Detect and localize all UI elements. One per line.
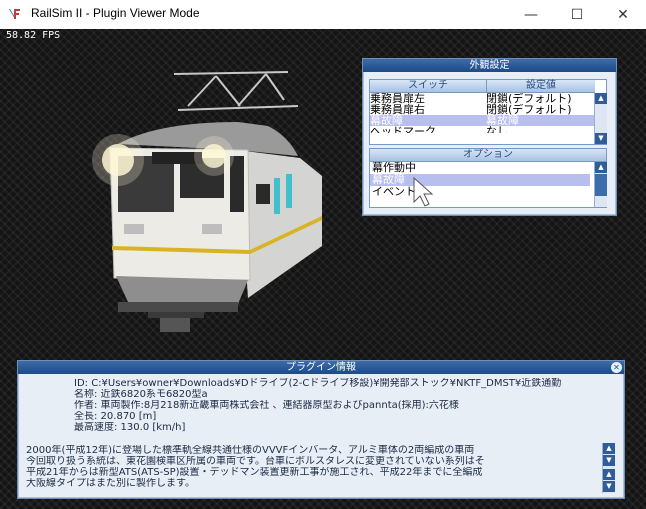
- table-row-selected[interactable]: 幕故障 幕故障: [370, 115, 606, 126]
- switch-value: なし: [486, 126, 508, 133]
- maximize-button[interactable]: ☐: [554, 0, 600, 29]
- minimize-button[interactable]: —: [508, 0, 554, 29]
- fps-counter: 58.82 FPS: [6, 30, 61, 41]
- plugin-author: 作者: 車両製作:8月218新近畿車両株式会社 、連結器原型およびpannta(…: [74, 400, 459, 411]
- scroll-up-icon[interactable]: ▲: [595, 162, 607, 173]
- scroll-up-icon[interactable]: ▲: [603, 443, 615, 454]
- description-line: 今回取り扱う系統は、東花園検車区所属の車両です。台車にボルスタレスに変更されてい…: [26, 456, 485, 467]
- plugin-id: ID: C:¥Users¥owner¥Downloads¥Dドライブ(2-Cドラ…: [74, 378, 562, 389]
- description-line: 平成21年からは新型ATS(ATS-SP)設置・デッドマン装置更新工事が施工され…: [26, 467, 483, 478]
- column-header-value[interactable]: 設定値: [487, 80, 595, 93]
- option-item[interactable]: イベント中: [370, 186, 606, 198]
- description-line: 大阪線タイプはまた別に製作します。: [26, 478, 195, 489]
- switch-value: 幕故障: [486, 115, 594, 126]
- plugin-details: ID: C:¥Users¥owner¥Downloads¥Dドライブ(2-Cドラ…: [74, 378, 594, 433]
- plugin-info-close-icon[interactable]: ✕: [611, 362, 622, 373]
- switch-value: 閉鎖(デフォルト): [486, 93, 572, 104]
- switch-name: 幕故障: [370, 115, 486, 126]
- column-header-switch[interactable]: スイッチ: [370, 80, 487, 93]
- plugin-info-title: プラグイン情報: [18, 361, 624, 374]
- appearance-panel-title: 外観設定: [363, 59, 616, 72]
- scroll-up-icon[interactable]: ▲: [595, 93, 607, 104]
- plugin-info-panel: プラグイン情報 ✕ ID: C:¥Users¥owner¥Downloads¥D…: [17, 360, 625, 499]
- scroll-down-icon[interactable]: ▼: [595, 133, 607, 144]
- plugin-max-speed: 最高速度: 130.0 [km/h]: [74, 422, 186, 433]
- scroll-up-icon[interactable]: ▲: [603, 469, 615, 480]
- options-list: オプション 幕作動中 幕故障 イベント中 ▲: [369, 148, 607, 208]
- railsim-app-icon: [9, 9, 20, 19]
- window-title: RailSim II - Plugin Viewer Mode: [31, 6, 200, 20]
- options-scrollbar[interactable]: ▲: [594, 162, 607, 207]
- option-item[interactable]: 幕作動中: [370, 162, 606, 174]
- table-row[interactable]: 乗務員扉右 閉鎖(デフォルト): [370, 104, 606, 115]
- scroll-down-icon[interactable]: ▼: [603, 481, 615, 492]
- plugin-length: 全長: 20.870 [m]: [74, 411, 157, 422]
- description-scrollbar[interactable]: ▲ ▼ ▲ ▼: [602, 443, 615, 493]
- switch-value: 閉鎖(デフォルト): [486, 104, 572, 115]
- switch-name: 乗務員扉右: [370, 104, 425, 115]
- appearance-settings-panel: 外観設定 スイッチ 設定値 乗務員扉左 閉鎖(デフォルト) 乗務員扉右 閉鎖(デ…: [362, 58, 617, 216]
- description-line: 2000年(平成12年)に登場した標準軌全線共通仕様のVVVFインバータ、アルミ…: [26, 445, 475, 456]
- table-row[interactable]: ヘッドマーク なし: [370, 126, 606, 133]
- switch-table-scrollbar[interactable]: ▲ ▼: [594, 93, 607, 144]
- close-window-button[interactable]: ✕: [600, 0, 646, 29]
- window-title-bar[interactable]: RailSim II - Plugin Viewer Mode — ☐ ✕: [0, 0, 646, 29]
- mouse-cursor-icon: [413, 176, 434, 207]
- switch-table: スイッチ 設定値 乗務員扉左 閉鎖(デフォルト) 乗務員扉右 閉鎖(デフォルト)…: [369, 79, 607, 145]
- scroll-thumb[interactable]: [595, 174, 607, 196]
- option-item-selected[interactable]: 幕故障: [370, 174, 590, 186]
- train-model[interactable]: [88, 66, 334, 340]
- table-row[interactable]: 乗務員扉左 閉鎖(デフォルト): [370, 93, 606, 104]
- plugin-description[interactable]: 2000年(平成12年)に登場した標準軌全線共通仕様のVVVFインバータ、アルミ…: [26, 445, 594, 489]
- options-header: オプション: [370, 149, 606, 162]
- pantograph: [173, 71, 299, 111]
- plugin-name: 名称: 近鉄6820系モ6820型a: [74, 389, 208, 400]
- switch-name: 乗務員扉左: [370, 93, 425, 104]
- scroll-down-icon[interactable]: ▼: [603, 455, 615, 466]
- switch-name: ヘッドマーク: [370, 126, 436, 133]
